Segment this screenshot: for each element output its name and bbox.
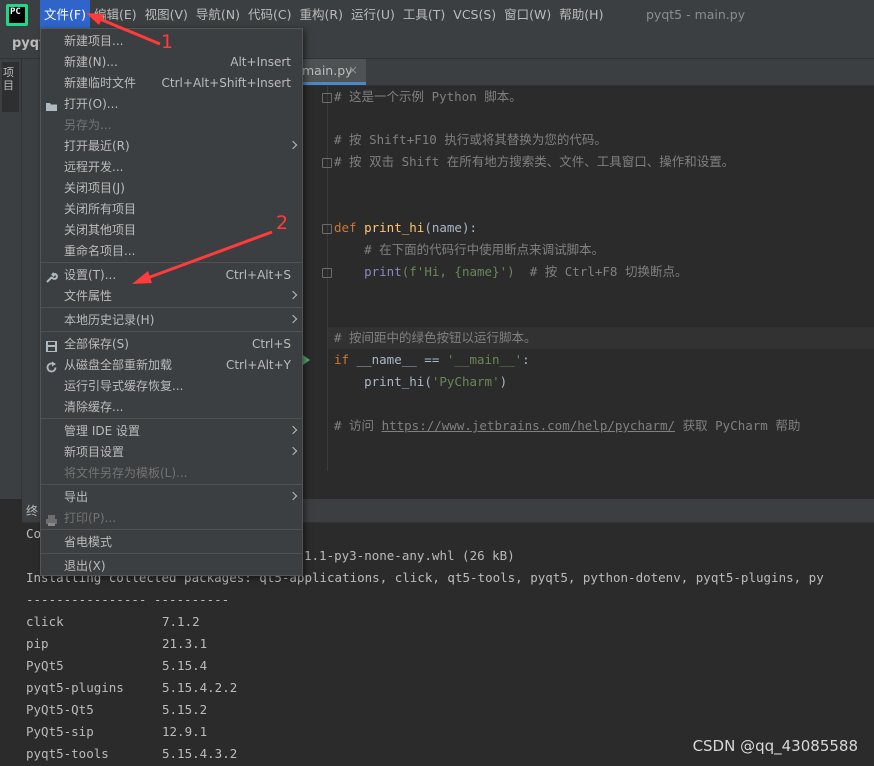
annotation-arrows — [86, 13, 273, 284]
arrow-line-2 — [141, 230, 273, 282]
arrow-head-1 — [86, 13, 104, 25]
arrow-line-1 — [94, 15, 161, 46]
watermark: CSDN @qq_43085588 — [692, 737, 858, 755]
annotation-number-2: 2 — [276, 212, 289, 234]
annotation-number-1: 1 — [161, 31, 174, 53]
arrow-head-2 — [132, 271, 152, 284]
